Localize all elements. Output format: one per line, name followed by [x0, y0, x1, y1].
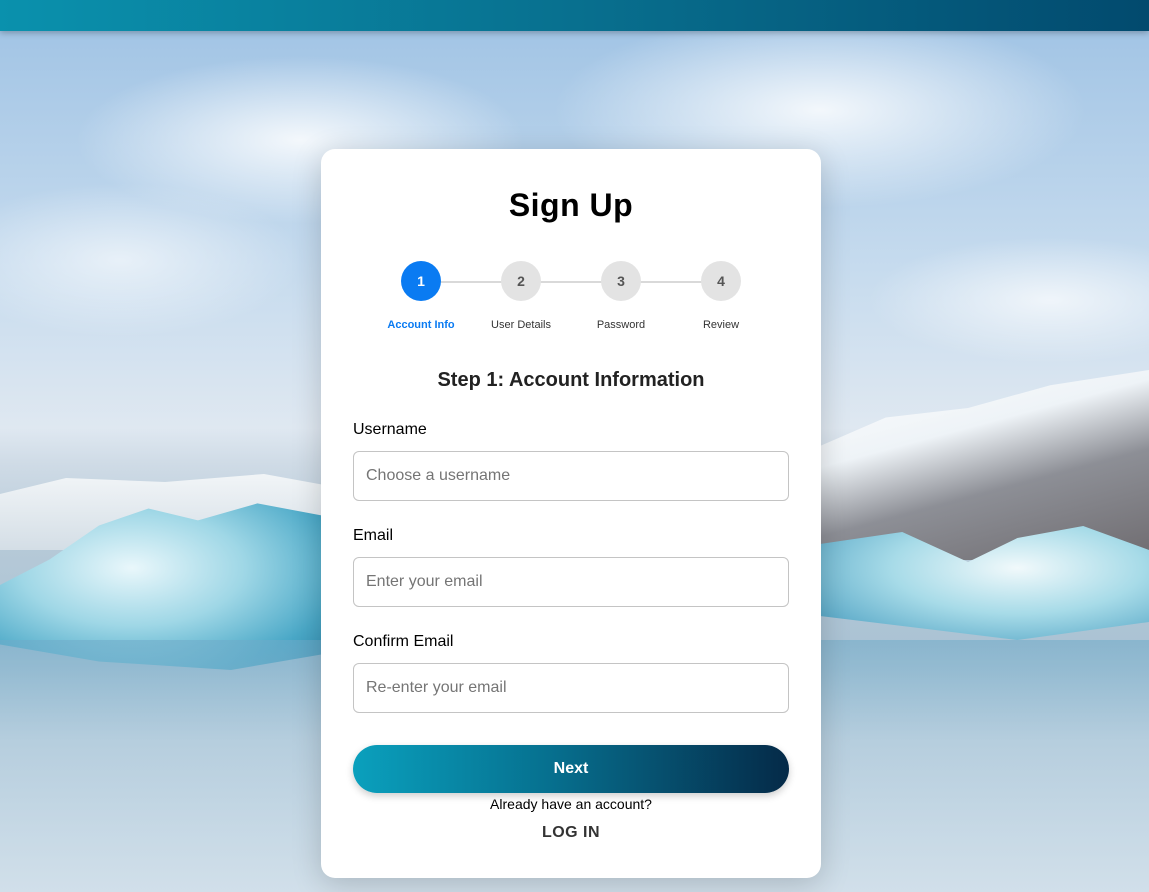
login-prompt-text: Already have an account?	[490, 796, 652, 812]
step-4-label: Review	[702, 319, 740, 331]
form-title: Sign Up	[508, 187, 634, 223]
step-4: 4 Review	[671, 261, 771, 331]
step-1-label: Account Info	[387, 319, 455, 331]
step-indicator: 1 Account Info 2 User Details 3 Password…	[381, 261, 761, 341]
step-1-circle: 1	[401, 261, 441, 301]
username-input[interactable]	[353, 451, 789, 501]
step-3-circle: 3	[601, 261, 641, 301]
step-2-label: User Details	[491, 319, 551, 331]
step-3-label: Password	[596, 319, 646, 331]
step-1: 1 Account Info	[371, 261, 471, 331]
step-2: 2 User Details	[471, 261, 571, 331]
email-input[interactable]	[353, 557, 789, 607]
step-title: Step 1: Account Information	[437, 369, 705, 391]
confirm-email-input[interactable]	[353, 663, 789, 713]
step-3: 3 Password	[571, 261, 671, 331]
step-2-circle: 2	[501, 261, 541, 301]
email-label: Email	[353, 527, 394, 544]
next-button[interactable]: Next	[353, 745, 789, 793]
confirm-email-label: Confirm Email	[353, 633, 454, 650]
login-link[interactable]: LOG IN	[321, 824, 821, 842]
signup-card: Sign Up 1 Account Info 2 User Details 3 …	[321, 149, 821, 878]
top-bar	[0, 0, 1149, 31]
username-label: Username	[353, 421, 427, 438]
step-4-circle: 4	[701, 261, 741, 301]
